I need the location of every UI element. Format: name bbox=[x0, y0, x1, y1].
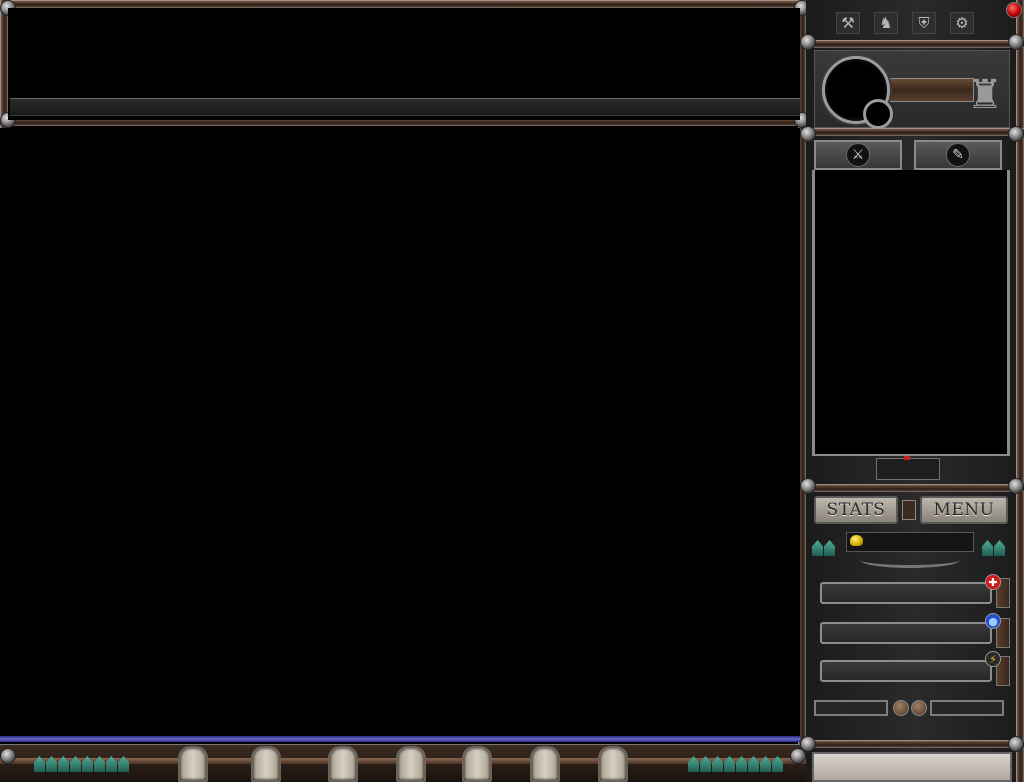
right-panel-teeth bbox=[982, 540, 1005, 556]
panel-divider bbox=[806, 484, 1024, 492]
gold-coins-icon bbox=[850, 535, 863, 546]
top-frame-bar bbox=[0, 0, 806, 8]
panel-divider bbox=[806, 128, 1024, 136]
mana-orb-icon: ● bbox=[985, 613, 1001, 629]
stats-button[interactable]: STATS bbox=[814, 496, 898, 524]
quick-slot-6[interactable] bbox=[530, 746, 560, 782]
menu-button[interactable]: MENU bbox=[920, 496, 1008, 524]
quick-slot-7[interactable] bbox=[598, 746, 628, 782]
left-panel-teeth bbox=[812, 540, 835, 556]
experience-bar-right bbox=[930, 700, 1004, 716]
frame-rivet bbox=[1008, 126, 1024, 142]
gold-display bbox=[846, 532, 974, 552]
experience-bar-left bbox=[814, 700, 888, 716]
tab-weapons[interactable]: ⚔ bbox=[814, 140, 902, 170]
quick-slot-3[interactable] bbox=[328, 746, 358, 782]
panel-footer-slot bbox=[812, 752, 1012, 782]
panel-divider bbox=[806, 40, 1024, 48]
axe-icon: ⚔ bbox=[846, 143, 870, 167]
inventory-scroll-handle[interactable] bbox=[876, 458, 940, 480]
experience-knob-right-icon[interactable] bbox=[911, 700, 927, 716]
quick-slot-2[interactable] bbox=[251, 746, 281, 782]
chat-input[interactable] bbox=[10, 98, 800, 116]
mana-bar bbox=[820, 622, 992, 644]
frame-rivet bbox=[800, 736, 816, 752]
quick-slot-4[interactable] bbox=[396, 746, 426, 782]
game-viewport[interactable] bbox=[0, 128, 800, 736]
knight-helmet-icon[interactable]: ♞ bbox=[874, 12, 898, 34]
left-ornament-teeth bbox=[34, 756, 129, 772]
close-orb-icon[interactable] bbox=[1006, 2, 1022, 18]
experience-knob-left-icon[interactable] bbox=[893, 700, 909, 716]
ornament-scroll bbox=[860, 552, 960, 568]
crossed-tools-icon[interactable]: ⚒ bbox=[836, 12, 860, 34]
gargoyle-ornament-icon: ♜ bbox=[967, 72, 1003, 118]
game-client-window: ⚒ ♞ ⛨ ⚙ ♜ ⚔ ✎ STATS MENU ✚ ● ⚡ bbox=[0, 0, 1024, 782]
right-frame-bar bbox=[1016, 0, 1024, 782]
inventory-pane[interactable] bbox=[812, 170, 1010, 456]
health-cross-icon: ✚ bbox=[985, 574, 1001, 590]
button-separator bbox=[902, 500, 916, 520]
stamina-bar bbox=[820, 660, 992, 682]
scroll-icon: ✎ bbox=[946, 143, 970, 167]
frame-rivet bbox=[800, 478, 816, 494]
target-portrait[interactable] bbox=[863, 99, 893, 129]
frame-rivet bbox=[800, 34, 816, 50]
right-ornament-teeth bbox=[688, 756, 783, 772]
frame-rivet bbox=[1008, 478, 1024, 494]
gear-icon[interactable]: ⚙ bbox=[950, 12, 974, 34]
left-frame-bar bbox=[0, 0, 8, 128]
viewport-bottom-border bbox=[0, 736, 800, 742]
panel-divider bbox=[806, 740, 1024, 748]
quick-slot-5[interactable] bbox=[462, 746, 492, 782]
health-bar bbox=[820, 582, 992, 604]
frame-rivet bbox=[0, 748, 16, 764]
quick-slot-1[interactable] bbox=[178, 746, 208, 782]
frame-rivet bbox=[1008, 736, 1024, 752]
armor-icon[interactable]: ⛨ bbox=[912, 12, 936, 34]
tab-scrolls[interactable]: ✎ bbox=[914, 140, 1002, 170]
scroll-indicator bbox=[904, 456, 910, 460]
frame-rivet bbox=[1008, 34, 1024, 50]
energy-bolt-icon: ⚡ bbox=[985, 651, 1001, 667]
